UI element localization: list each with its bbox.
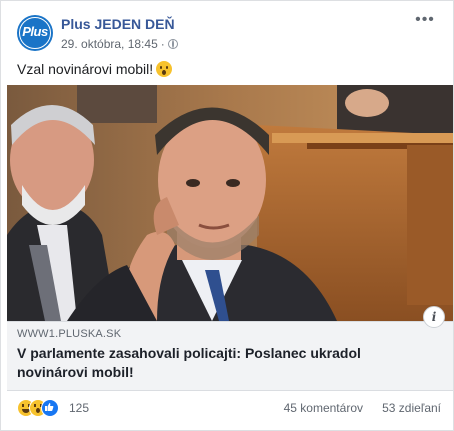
post-header: Plus Plus JEDEN DEŇ 29. októbra, 18:45 · … xyxy=(17,12,443,55)
page-avatar[interactable]: Plus xyxy=(17,15,53,51)
link-title[interactable]: V parlamente zasahovali policajti: Posla… xyxy=(17,344,417,382)
reaction-count: 125 xyxy=(69,401,90,415)
post-message-text: Vzal novinárovi mobil! xyxy=(17,61,154,77)
meta-separator: · xyxy=(160,37,165,51)
public-globe-icon xyxy=(167,39,178,49)
like-reaction-icon xyxy=(41,399,59,417)
parliament-photo xyxy=(7,85,453,321)
avatar-logo-text: Plus xyxy=(22,24,48,39)
page-name-link[interactable]: Plus JEDEN DEŇ xyxy=(61,16,175,32)
post-card: Plus Plus JEDEN DEŇ 29. októbra, 18:45 · … xyxy=(0,0,454,431)
comments-count-link[interactable]: 45 komentárov xyxy=(284,401,363,415)
hushed-face-emoji-icon xyxy=(156,61,173,77)
more-options-icon[interactable]: ••• xyxy=(415,12,435,31)
post-meta: 29. októbra, 18:45 · xyxy=(61,37,178,51)
link-domain: WWW1.PLUSKA.SK xyxy=(17,328,122,340)
link-preview-box[interactable]: i WWW1.PLUSKA.SK V parlamente zasahovali… xyxy=(7,306,453,391)
post-message: Vzal novinárovi mobil! xyxy=(17,61,173,77)
post-timestamp[interactable]: 29. októbra, 18:45 xyxy=(61,37,158,51)
info-icon[interactable]: i xyxy=(423,306,445,328)
shares-count-link[interactable]: 53 zdieľaní xyxy=(382,401,441,415)
link-preview-image[interactable] xyxy=(7,85,453,321)
post-footer: 125 45 komentárov 53 zdieľaní xyxy=(17,399,441,417)
